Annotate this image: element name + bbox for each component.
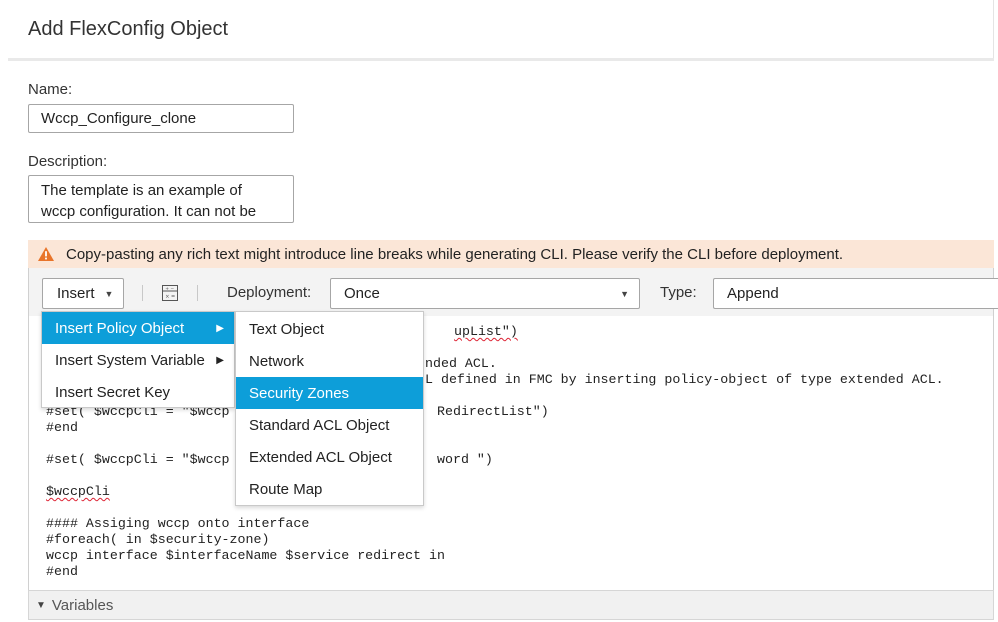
- type-value: Append: [727, 285, 779, 302]
- menu-item-network[interactable]: Network: [236, 345, 423, 377]
- code-line: #end: [46, 420, 78, 435]
- menu-item-label: Insert System Variable: [55, 351, 205, 369]
- description-label: Description:: [28, 153, 108, 170]
- menu-item-extended-acl-object[interactable]: Extended ACL Object: [236, 441, 423, 473]
- menu-item-insert-policy-object[interactable]: Insert Policy Object ▶: [42, 312, 234, 344]
- code-line: #### Assiging wccp onto interface: [46, 516, 310, 531]
- code-line: wccp interface $interfaceName $service r…: [46, 548, 445, 563]
- description-line: wccp configuration. It can not be: [41, 203, 257, 220]
- code-line: upList"): [454, 324, 518, 339]
- toolbar-separator: [197, 285, 198, 301]
- code-text: upList"): [454, 324, 518, 339]
- dialog-title: Add FlexConfig Object: [28, 18, 229, 40]
- insert-dropdown-button[interactable]: Insert ▼: [42, 278, 124, 309]
- menu-item-label: Insert Policy Object: [55, 319, 185, 337]
- title-divider: [8, 58, 994, 61]
- code-text: $wccpCli: [46, 484, 110, 499]
- name-label: Name:: [28, 81, 73, 98]
- code-line: L defined in FMC by inserting policy-obj…: [425, 372, 944, 387]
- caret-right-icon: ▶: [216, 354, 224, 366]
- code-text: word "): [437, 452, 493, 467]
- type-select[interactable]: Append: [713, 278, 998, 309]
- svg-text:+ −: + −: [165, 286, 174, 292]
- variables-label: Variables: [51, 596, 114, 614]
- insert-label: Insert: [57, 285, 95, 302]
- code-line: #foreach( in $security-zone): [46, 532, 270, 547]
- code-line: #set( $wccpCli = "$wccp word "): [46, 452, 493, 467]
- menu-item-route-map[interactable]: Route Map: [236, 473, 423, 505]
- caret-down-icon: ▼: [620, 288, 629, 299]
- description-textarea[interactable]: The template is an example of wccp confi…: [28, 175, 294, 223]
- code-text: RedirectList"): [437, 404, 549, 419]
- deployment-value: Once: [344, 285, 380, 302]
- menu-item-standard-acl-object[interactable]: Standard ACL Object: [236, 409, 423, 441]
- menu-item-insert-system-variable[interactable]: Insert System Variable ▶: [42, 344, 234, 376]
- code-line: #end: [46, 564, 78, 579]
- warning-icon: [38, 247, 54, 261]
- menu-item-text-object[interactable]: Text Object: [236, 313, 423, 345]
- deployment-select[interactable]: Once ▼: [330, 278, 640, 309]
- deployment-label: Deployment:: [227, 284, 312, 301]
- caret-right-icon: ▶: [216, 322, 224, 334]
- editor-toolbar: Insert ▼ + − × = Deployment: Once ▼ Type…: [28, 268, 998, 316]
- warning-text: Copy-pasting any rich text might introdu…: [66, 245, 844, 263]
- description-line: The template is an example of: [41, 182, 242, 199]
- policy-object-submenu: Text Object Network Security Zones Stand…: [235, 311, 424, 506]
- svg-text:× =: × =: [165, 294, 175, 300]
- insert-menu: Insert Policy Object ▶ Insert System Var…: [41, 311, 235, 408]
- caret-down-icon: ▼: [104, 288, 114, 299]
- toolbar-separator: [142, 285, 143, 301]
- type-label: Type:: [660, 284, 697, 301]
- variables-section-toggle[interactable]: ▼ Variables: [28, 590, 994, 620]
- menu-item-security-zones[interactable]: Security Zones: [236, 377, 423, 409]
- menu-item-insert-secret-key[interactable]: Insert Secret Key: [42, 376, 234, 408]
- warning-bar: Copy-pasting any rich text might introdu…: [28, 240, 994, 268]
- code-line: $wccpCli: [46, 484, 110, 499]
- calculator-icon[interactable]: + − × =: [162, 285, 178, 301]
- right-edge-divider: [993, 0, 994, 60]
- code-line: nded ACL.: [425, 356, 497, 371]
- code-text: #set( $wccpCli = "$wccp: [46, 452, 230, 467]
- name-input[interactable]: Wccp_Configure_clone: [28, 104, 294, 133]
- caret-down-icon: ▼: [36, 599, 46, 611]
- menu-item-label: Insert Secret Key: [55, 383, 171, 401]
